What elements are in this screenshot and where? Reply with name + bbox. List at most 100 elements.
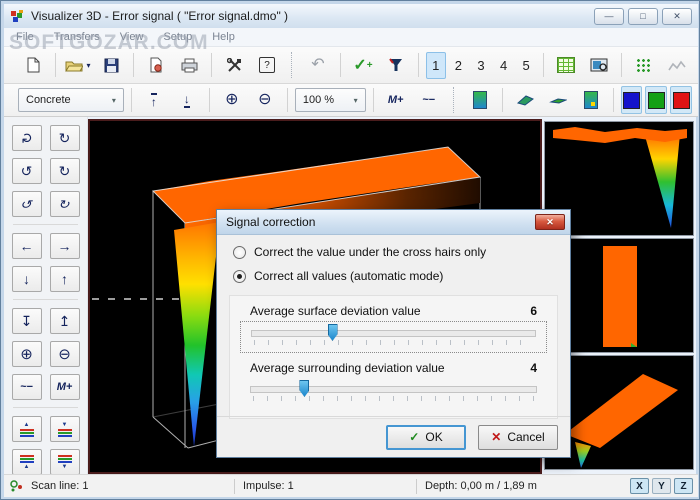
zoom-in-side-button[interactable]: ⊕ bbox=[11, 341, 42, 367]
page-5-button[interactable]: 5 bbox=[516, 52, 536, 79]
move-right-button[interactable]: → bbox=[49, 233, 80, 259]
page-4-button[interactable]: 4 bbox=[494, 52, 514, 79]
tilt-right-button[interactable]: ↻ bbox=[49, 191, 80, 217]
image-preview-icon bbox=[590, 58, 608, 72]
depth-status: Depth: 0,00 m / 1,89 m bbox=[425, 480, 537, 492]
ok-label: OK bbox=[425, 430, 443, 444]
scatter-mode-button[interactable] bbox=[629, 50, 659, 80]
wave-minus-side-button[interactable]: ~− bbox=[11, 374, 42, 400]
surrounding-deviation-value: 4 bbox=[530, 361, 537, 375]
page-2-button[interactable]: 2 bbox=[449, 52, 469, 79]
new-file-button[interactable] bbox=[18, 50, 48, 80]
rotate-horizontal-button[interactable]: ↻ bbox=[49, 125, 80, 151]
menu-help[interactable]: Help bbox=[212, 31, 235, 43]
tools-button[interactable] bbox=[219, 50, 249, 80]
option-crosshair-only[interactable]: Correct the value under the cross hairs … bbox=[233, 245, 570, 259]
status-bar: Scan line: 1 Impulse: 1 Depth: 0,00 m / … bbox=[4, 474, 698, 497]
rotate-vertical-button[interactable]: ↻ bbox=[11, 125, 42, 151]
material-select[interactable]: Concrete ▾ bbox=[18, 88, 124, 112]
save-button[interactable] bbox=[96, 50, 126, 80]
menu-setup[interactable]: Setup bbox=[163, 31, 192, 43]
menu-view[interactable]: View bbox=[120, 31, 144, 43]
print-button[interactable] bbox=[174, 50, 204, 80]
move-down-button[interactable]: ↓ bbox=[11, 266, 42, 292]
color-blue-button[interactable] bbox=[620, 86, 643, 114]
view-vertical-button[interactable] bbox=[465, 85, 495, 115]
preview-button[interactable] bbox=[584, 50, 614, 80]
rotate-right-button[interactable]: ↻ bbox=[49, 158, 80, 184]
slider-thumb[interactable] bbox=[327, 324, 338, 341]
layer-down-bottom-button[interactable]: ▼ bbox=[49, 449, 80, 475]
export-button[interactable] bbox=[141, 50, 171, 80]
option-all-values[interactable]: Correct all values (automatic mode) bbox=[233, 269, 570, 283]
axis-x-button[interactable]: X bbox=[630, 478, 649, 494]
peak-plus-side-button[interactable]: M+ bbox=[49, 374, 80, 400]
surface-deviation-slider[interactable] bbox=[240, 321, 547, 353]
peak-add-button[interactable]: M+ bbox=[381, 85, 411, 115]
view-3d-button[interactable] bbox=[510, 85, 540, 115]
minimize-button[interactable]: — bbox=[594, 7, 624, 25]
filter-button[interactable] bbox=[381, 50, 411, 80]
add-signal-button[interactable]: ✓ + bbox=[348, 50, 378, 80]
new-file-icon bbox=[27, 57, 39, 73]
slider-thumb[interactable] bbox=[299, 380, 310, 397]
layer-down-top-button[interactable]: ▼ bbox=[49, 416, 80, 442]
align-top-button[interactable]: ↑ bbox=[139, 85, 169, 115]
chart-mode-button[interactable] bbox=[662, 50, 692, 80]
close-button[interactable]: ✕ bbox=[662, 7, 692, 25]
color-red-button[interactable] bbox=[670, 86, 693, 114]
zoom-level-select[interactable]: 100 % ▾ bbox=[294, 88, 366, 112]
move-down-icon: ↓ bbox=[23, 271, 30, 287]
page-1-button[interactable]: 1 bbox=[426, 51, 446, 79]
to-top-button[interactable]: ↥ bbox=[49, 308, 80, 334]
vertical-view-icon bbox=[472, 91, 487, 109]
align-top-icon: ↑ bbox=[150, 92, 157, 109]
open-file-button[interactable]: ▾ bbox=[63, 50, 93, 80]
ok-button[interactable]: ✓ OK bbox=[386, 424, 466, 450]
export-page-icon bbox=[150, 57, 162, 73]
zoom-in-button[interactable]: ⊕ bbox=[217, 85, 247, 115]
menu-bar: File Transfers View Setup Help bbox=[4, 28, 698, 46]
filter-funnel-icon bbox=[389, 58, 402, 71]
layer-up-top-button[interactable]: ▲ bbox=[11, 416, 42, 442]
rotate-left-button[interactable]: ↺ bbox=[11, 158, 42, 184]
move-up-icon: ↑ bbox=[61, 271, 68, 287]
move-left-button[interactable]: ← bbox=[11, 233, 42, 259]
maximize-button[interactable]: □ bbox=[628, 7, 658, 25]
wave-minus-button[interactable]: ~− bbox=[414, 85, 444, 115]
dialog-close-button[interactable]: ✕ bbox=[535, 214, 565, 230]
status-icon bbox=[9, 479, 25, 493]
cancel-button[interactable]: ✕ Cancel bbox=[478, 424, 558, 450]
radio-unselected-icon[interactable] bbox=[233, 245, 246, 259]
axis-z-button[interactable]: Z bbox=[674, 478, 693, 494]
grid-view-button[interactable] bbox=[551, 50, 581, 80]
menu-file[interactable]: File bbox=[16, 31, 34, 43]
axis-y-button[interactable]: Y bbox=[652, 478, 671, 494]
surrounding-deviation-slider[interactable] bbox=[240, 378, 547, 408]
tilt-left-button[interactable]: ↺ bbox=[11, 191, 42, 217]
layer-up-bottom-button[interactable]: ▲ bbox=[11, 449, 42, 475]
align-bottom-button[interactable]: ↓ bbox=[172, 85, 202, 115]
tilt-left-icon: ↺ bbox=[18, 197, 35, 211]
page-3-button[interactable]: 3 bbox=[471, 52, 491, 79]
menu-transfers[interactable]: Transfers bbox=[54, 31, 100, 43]
zoom-out-button[interactable]: ⊖ bbox=[250, 85, 280, 115]
color-green-button[interactable] bbox=[645, 86, 668, 114]
view-side-button[interactable] bbox=[576, 85, 606, 115]
rotate-left-icon: ↺ bbox=[20, 163, 33, 179]
check-icon: ✓ bbox=[409, 430, 420, 444]
slider-track[interactable] bbox=[251, 330, 536, 337]
help-button[interactable]: ? bbox=[252, 50, 282, 80]
to-bottom-button[interactable]: ↧ bbox=[11, 308, 42, 334]
radio-selected-icon[interactable] bbox=[233, 269, 246, 283]
dialog-title-bar[interactable]: Signal correction ✕ bbox=[217, 210, 570, 235]
open-dropdown-arrow-icon[interactable]: ▾ bbox=[86, 61, 90, 70]
move-up-button[interactable]: ↑ bbox=[49, 266, 80, 292]
title-bar: Visualizer 3D - Error signal ( "Error si… bbox=[4, 4, 698, 28]
slider-track[interactable] bbox=[250, 386, 537, 393]
view-flat-button[interactable] bbox=[543, 85, 573, 115]
save-floppy-icon bbox=[104, 58, 118, 72]
undo-icon: ↶ bbox=[311, 56, 325, 73]
undo-button[interactable]: ↶ bbox=[303, 50, 333, 80]
zoom-out-side-button[interactable]: ⊖ bbox=[49, 341, 80, 367]
